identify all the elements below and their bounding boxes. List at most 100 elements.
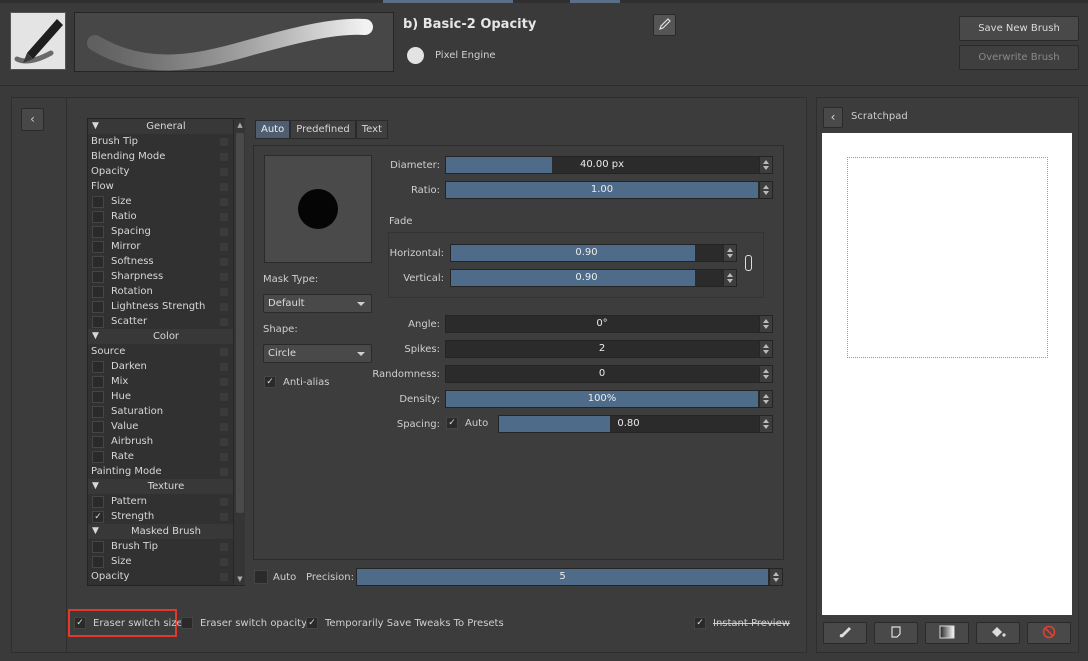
option-checkbox[interactable] [92, 496, 104, 508]
tab-text[interactable]: Text [355, 120, 388, 139]
overwrite-brush-button[interactable]: Overwrite Brush [959, 45, 1079, 70]
option-list-item[interactable]: Brush Tip [88, 134, 244, 149]
option-list-item[interactable]: Spacing [88, 224, 244, 239]
eraser-size-checkbox[interactable]: ✓ [74, 617, 86, 629]
lock-icon[interactable] [220, 183, 228, 191]
diameter-spinner[interactable] [759, 157, 772, 173]
vertical-slider[interactable]: 0.90 [450, 269, 737, 287]
option-list-item[interactable]: Ratio [88, 209, 244, 224]
link-chain-icon[interactable] [745, 255, 752, 271]
option-checkbox[interactable] [92, 196, 104, 208]
option-group-header[interactable]: ▼ Texture [88, 479, 244, 494]
scrollbar-thumb[interactable] [236, 133, 244, 513]
precision-slider[interactable]: 5 [356, 568, 783, 586]
option-list-item[interactable]: Brush Tip [88, 539, 244, 554]
option-group-header[interactable]: ▼ Color [88, 329, 244, 344]
angle-slider[interactable]: 0° [445, 315, 773, 333]
lock-icon[interactable] [220, 543, 228, 551]
lock-icon[interactable] [220, 438, 228, 446]
randomness-spinner[interactable] [759, 366, 772, 382]
lock-icon[interactable] [220, 558, 228, 566]
lock-icon[interactable] [220, 288, 228, 296]
lock-icon[interactable] [220, 453, 228, 461]
option-list-item[interactable]: Opacity [88, 569, 244, 584]
option-checkbox[interactable] [92, 421, 104, 433]
options-scrollbar[interactable]: ▲ ▼ [233, 119, 245, 585]
option-checkbox[interactable] [92, 256, 104, 268]
shape-select[interactable]: Circle [263, 344, 372, 363]
lock-icon[interactable] [220, 198, 228, 206]
lock-icon[interactable] [220, 213, 228, 221]
spikes-spinner[interactable] [759, 341, 772, 357]
lock-icon[interactable] [220, 423, 228, 431]
option-list-item[interactable]: Darken [88, 359, 244, 374]
option-list-item[interactable]: Rate [88, 449, 244, 464]
option-list-item[interactable]: Hue [88, 389, 244, 404]
option-list-item[interactable]: Rotation [88, 284, 244, 299]
option-checkbox[interactable] [92, 361, 104, 373]
option-checkbox[interactable] [92, 271, 104, 283]
lock-icon[interactable] [220, 168, 228, 176]
precision-auto-checkbox[interactable] [254, 570, 268, 584]
option-group-header[interactable]: ▼ Masked Brush [88, 524, 244, 539]
option-list-item[interactable]: Size [88, 554, 244, 569]
lock-icon[interactable] [220, 513, 228, 521]
instant-preview-checkbox[interactable]: ✓ [694, 617, 706, 629]
density-slider[interactable]: 100% [445, 390, 773, 408]
lock-icon[interactable] [220, 243, 228, 251]
scroll-up-icon[interactable]: ▲ [235, 120, 245, 130]
save-new-preset-button[interactable]: Save New Brush Preset... [959, 16, 1079, 57]
option-checkbox[interactable] [92, 241, 104, 253]
eraser-opacity-checkbox[interactable] [181, 617, 193, 629]
lock-icon[interactable] [220, 573, 228, 581]
option-list-item[interactable]: Mix [88, 374, 244, 389]
fill-background-button[interactable] [976, 622, 1020, 644]
option-list-item[interactable]: Painting Mode [88, 464, 244, 479]
option-list-item[interactable]: Opacity [88, 164, 244, 179]
clear-button[interactable] [1027, 622, 1071, 644]
option-checkbox[interactable] [92, 226, 104, 238]
lock-icon[interactable] [220, 228, 228, 236]
expand-triangle-icon[interactable]: ▼ [92, 524, 99, 539]
lock-icon[interactable] [220, 273, 228, 281]
option-checkbox[interactable] [92, 391, 104, 403]
option-list-item[interactable]: Lightness Strength [88, 299, 244, 314]
option-list-item[interactable]: Source [88, 344, 244, 359]
lock-icon[interactable] [220, 468, 228, 476]
option-group-header[interactable]: ▼ General [88, 119, 244, 134]
angle-spinner[interactable] [759, 316, 772, 332]
option-checkbox[interactable] [92, 436, 104, 448]
expand-triangle-icon[interactable]: ▼ [92, 329, 99, 344]
tab-predefined[interactable]: Predefined [290, 120, 356, 139]
option-list-item[interactable]: Pattern [88, 494, 244, 509]
option-list-item[interactable]: Saturation [88, 404, 244, 419]
option-list-item[interactable]: Size [88, 194, 244, 209]
horizontal-slider[interactable]: 0.90 [450, 244, 737, 262]
scratchpad-collapse-button[interactable]: ‹ [823, 107, 843, 128]
scroll-down-icon[interactable]: ▼ [235, 574, 245, 584]
option-checkbox[interactable] [92, 376, 104, 388]
option-list-item[interactable]: ✓ Strength [88, 509, 244, 524]
ratio-spinner[interactable] [759, 182, 772, 198]
mask-type-select[interactable]: Default [263, 294, 372, 313]
spacing-spinner[interactable] [759, 416, 772, 432]
spacing-slider[interactable]: 0.80 [498, 415, 773, 433]
option-checkbox[interactable] [92, 286, 104, 298]
lock-icon[interactable] [220, 408, 228, 416]
option-checkbox[interactable] [92, 406, 104, 418]
option-checkbox[interactable] [92, 316, 104, 328]
density-spinner[interactable] [759, 391, 772, 407]
option-list-item[interactable]: Scatter [88, 314, 244, 329]
option-list-item[interactable]: Value [88, 419, 244, 434]
paint-brush-button[interactable] [823, 622, 867, 644]
randomness-slider[interactable]: 0 [445, 365, 773, 383]
option-checkbox[interactable]: ✓ [92, 511, 104, 523]
lock-icon[interactable] [220, 393, 228, 401]
edit-name-button[interactable] [653, 14, 676, 36]
lock-icon[interactable] [220, 348, 228, 356]
option-list-item[interactable]: Mirror [88, 239, 244, 254]
option-checkbox[interactable] [92, 301, 104, 313]
lock-icon[interactable] [220, 378, 228, 386]
tab-auto[interactable]: Auto [255, 120, 291, 139]
option-list-item[interactable]: Softness [88, 254, 244, 269]
